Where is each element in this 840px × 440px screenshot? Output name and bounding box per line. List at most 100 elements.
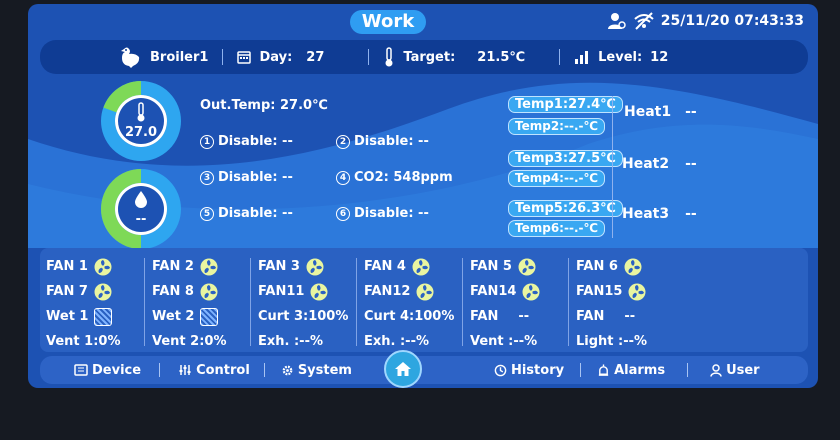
temp-label: Temp2: xyxy=(515,119,564,133)
nav-history-label: History xyxy=(510,362,565,378)
divider xyxy=(144,258,145,346)
slot-text: Disable: -- xyxy=(354,134,429,149)
slot-text: Disable: -- xyxy=(218,206,293,221)
temp2-pill[interactable]: Temp2:--.-℃ xyxy=(508,118,606,135)
equipment-label: Wet 1 xyxy=(46,309,89,324)
datetime: 25/11/20 07:43:33 xyxy=(660,13,804,29)
temperature-gauge[interactable]: 27.0 xyxy=(100,80,182,162)
nav-history[interactable]: History xyxy=(494,363,564,378)
temp3-pill[interactable]: Temp3:27.5℃ xyxy=(508,150,623,167)
fan-row[interactable]: FAN 7 xyxy=(46,279,146,304)
equipment-row[interactable]: FAN -- xyxy=(470,304,570,329)
day-info: Day: 27 xyxy=(237,50,324,65)
nav-system[interactable]: System xyxy=(281,363,352,378)
vent-row[interactable]: Exh. :--% xyxy=(364,329,464,354)
equipment-label: Curt 4:100% xyxy=(364,309,455,324)
nav-user[interactable]: User xyxy=(710,363,760,378)
fan-label: FAN 2 xyxy=(152,259,194,274)
slot-text: Disable: -- xyxy=(354,206,429,221)
heater-value: -- xyxy=(685,206,697,222)
thermometer-icon xyxy=(385,47,393,67)
equipment-label: FAN xyxy=(576,309,605,324)
home-button[interactable] xyxy=(384,350,422,388)
temp6-pill[interactable]: Temp6:--.-℃ xyxy=(508,220,606,237)
temp-label: Temp1: xyxy=(515,97,569,112)
divider xyxy=(356,258,357,346)
temp5-pill[interactable]: Temp5:26.3℃ xyxy=(508,200,623,217)
divider xyxy=(368,49,370,65)
fan-row[interactable]: FAN 6 xyxy=(576,254,676,279)
equipment-row[interactable]: Curt 4:100% xyxy=(364,304,464,329)
vent-row[interactable]: Vent 1:0% xyxy=(46,329,146,354)
user-settings-icon[interactable] xyxy=(607,11,627,31)
level-value: 12 xyxy=(650,49,669,65)
nav-control[interactable]: Control xyxy=(178,363,250,378)
humidity-gauge[interactable]: -- xyxy=(100,168,182,250)
equipment-row[interactable]: Wet 1 xyxy=(46,304,146,329)
fan-label: FAN12 xyxy=(364,284,411,299)
fan-icon xyxy=(310,283,328,300)
sensor-slot-2: 2 Disable: -- xyxy=(336,134,429,149)
wifi-off-icon xyxy=(634,12,654,30)
fan-label: FAN11 xyxy=(258,284,305,299)
fan-label: FAN14 xyxy=(470,284,517,299)
fan-row[interactable]: FAN 4 xyxy=(364,254,464,279)
vent-label: Vent 2:0% xyxy=(152,334,227,349)
temp-label: Temp6: xyxy=(515,221,564,235)
nav-control-label: Control xyxy=(196,362,250,378)
fan-row[interactable]: FAN14 xyxy=(470,279,570,304)
temperature-ring-value: 27.0 xyxy=(124,125,158,140)
status-area: 25/11/20 07:43:33 xyxy=(607,10,804,32)
fan-row[interactable]: FAN 1 xyxy=(46,254,146,279)
fan-row[interactable]: FAN 5 xyxy=(470,254,570,279)
divider xyxy=(462,258,463,346)
fan-column: FAN 2 FAN 8 Wet 2 Vent 2:0% xyxy=(152,254,252,354)
fan-row[interactable]: FAN 3 xyxy=(258,254,358,279)
slot-number: 6 xyxy=(336,206,350,221)
vent-row[interactable]: Light :--% xyxy=(576,329,676,354)
equipment-row[interactable]: Wet 2 xyxy=(152,304,252,329)
slot-text: Disable: -- xyxy=(218,170,293,185)
fan-label: FAN 6 xyxy=(576,259,618,274)
slot-number: 1 xyxy=(200,134,214,149)
divider xyxy=(159,363,161,377)
sensor-slot-3: 3 Disable: -- xyxy=(200,170,293,185)
fan-value: -- xyxy=(518,309,530,324)
humidity-ring-value: -- xyxy=(135,212,147,227)
outside-temperature: Out.Temp: 27.0℃ xyxy=(200,98,328,113)
temp4-pill[interactable]: Temp4:--.-℃ xyxy=(508,170,606,187)
fan-row[interactable]: FAN15 xyxy=(576,279,676,304)
user-icon xyxy=(710,363,722,377)
equipment-row[interactable]: Curt 3:100% xyxy=(258,304,358,329)
fan-label: FAN 4 xyxy=(364,259,406,274)
hmi-screen: Work 25/11/20 07:43:33 Broiler1 Day: 27 … xyxy=(28,4,818,388)
nav-device[interactable]: Device xyxy=(74,363,141,378)
fan-row[interactable]: FAN 8 xyxy=(152,279,252,304)
vent-label: Vent 1:0% xyxy=(46,334,121,349)
nav-alarms[interactable]: Alarms xyxy=(597,363,665,378)
day-label: Day: xyxy=(259,49,293,65)
vent-row[interactable]: Exh. :--% xyxy=(258,329,358,354)
divider xyxy=(568,258,569,346)
fan-row[interactable]: FAN12 xyxy=(364,279,464,304)
fan-icon xyxy=(628,283,646,300)
temp-value: --.-℃ xyxy=(563,171,599,185)
temp1-pill[interactable]: Temp1:27.4℃ xyxy=(508,96,623,113)
house-info: Broiler1 xyxy=(118,45,208,69)
vent-label: Exh. :--% xyxy=(364,334,429,349)
vent-row[interactable]: Vent 2:0% xyxy=(152,329,252,354)
vent-row[interactable]: Vent :--% xyxy=(470,329,570,354)
vent-label: Vent :--% xyxy=(470,334,538,349)
divider xyxy=(612,96,613,238)
nav-alarms-label: Alarms xyxy=(614,362,666,378)
equipment-panel: FAN 1 FAN 7 Wet 1 Vent 1:0% FAN 2 FAN 8 … xyxy=(40,248,808,352)
device-icon xyxy=(74,364,88,376)
equipment-row[interactable]: FAN -- xyxy=(576,304,676,329)
vent-label: Exh. :--% xyxy=(258,334,323,349)
fan-row[interactable]: FAN11 xyxy=(258,279,358,304)
humidity-ring xyxy=(100,169,181,249)
slot-text: CO2: 548ppm xyxy=(354,170,453,185)
target-value: 21.5℃ xyxy=(477,49,526,65)
heater-value: -- xyxy=(685,156,697,172)
fan-row[interactable]: FAN 2 xyxy=(152,254,252,279)
